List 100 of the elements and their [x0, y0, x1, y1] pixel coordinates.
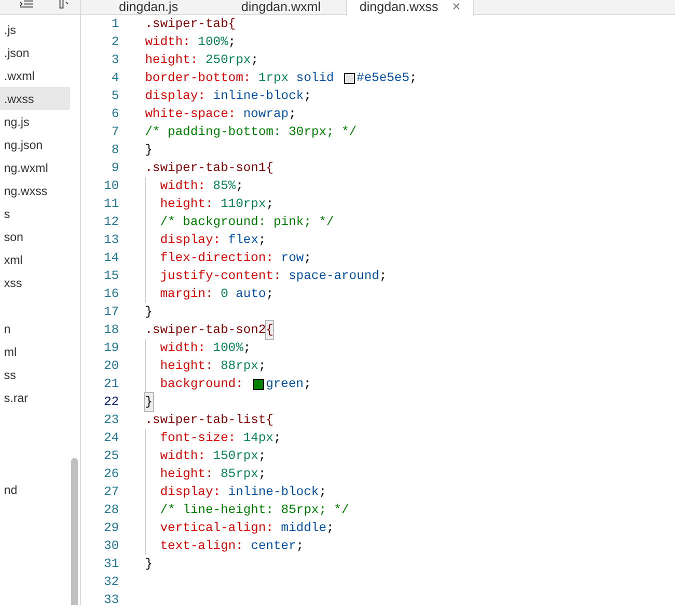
- code-token: middle: [281, 520, 326, 537]
- file-tab[interactable]: dingdan.js: [81, 0, 216, 16]
- code-comment: /* padding-bottom: 30rpx; */: [145, 124, 357, 141]
- line-number: 14: [102, 250, 119, 267]
- code-token: 1rpx: [258, 70, 289, 87]
- line-number: 15: [102, 268, 119, 285]
- line-number: 5: [110, 88, 119, 105]
- color-swatch[interactable]: [252, 378, 264, 390]
- line-number: 4: [110, 70, 119, 87]
- panel-toggle-icon[interactable]: [59, 0, 69, 9]
- file-item[interactable]: .wxss: [0, 87, 70, 110]
- line-number: 27: [102, 484, 119, 501]
- line-number: 29: [102, 520, 119, 537]
- code-token: ;: [236, 178, 244, 195]
- code-token: 85%: [213, 178, 236, 195]
- line-number: 6: [110, 106, 119, 123]
- line-number: 20: [102, 358, 119, 375]
- code-token: ;: [258, 466, 266, 483]
- file-item[interactable]: ss: [0, 363, 70, 386]
- code-token: 100%: [198, 34, 228, 51]
- line-number: 3: [110, 52, 119, 69]
- code-token: width:: [160, 178, 206, 195]
- code-token: ;: [258, 232, 266, 249]
- line-number: 30: [102, 538, 119, 555]
- code-token: ;: [258, 448, 266, 465]
- file-tab[interactable]: dingdan.wxml: [216, 0, 346, 16]
- file-item[interactable]: xss: [0, 271, 70, 294]
- code-token: }: [145, 142, 153, 159]
- file-item[interactable]: ng.wxml: [0, 156, 70, 179]
- code-token: ;: [379, 268, 387, 285]
- code-comment: /* line-height: 85rpx; */: [160, 502, 350, 519]
- code-token: ;: [318, 484, 326, 501]
- code-token: 150rpx: [213, 448, 258, 465]
- line-number: 12: [102, 214, 119, 231]
- code-token: space-around: [288, 268, 380, 285]
- code-token: white-space:: [145, 106, 237, 123]
- code-token: ;: [266, 286, 274, 303]
- code-token: 14px: [243, 430, 274, 447]
- line-number: 25: [102, 448, 119, 465]
- code-token: #e5e5e5: [356, 70, 410, 87]
- file-item[interactable]: son: [0, 225, 70, 248]
- code-token: ;: [273, 430, 282, 447]
- file-item[interactable]: ng.json: [0, 133, 70, 156]
- code-token: ;: [409, 70, 417, 87]
- line-number: 9: [110, 160, 119, 177]
- line-number: 28: [102, 502, 119, 519]
- code-token: border-bottom:: [145, 70, 252, 87]
- code-token: ;: [304, 88, 312, 105]
- code-token: 0: [220, 286, 228, 303]
- code-token: ;: [304, 250, 312, 267]
- close-icon[interactable]: ×: [452, 0, 460, 13]
- code-token: ;: [304, 376, 312, 393]
- line-number: 18: [102, 322, 119, 339]
- code-token: font-size:: [160, 430, 237, 447]
- code-token: {: [266, 320, 274, 340]
- code-token: height:: [160, 466, 214, 483]
- file-item[interactable]: ng.wxss: [0, 179, 70, 202]
- code-token: background:: [160, 376, 244, 393]
- code-token: }: [145, 556, 153, 573]
- line-number: 23: [102, 412, 119, 429]
- code-token: green: [266, 376, 304, 393]
- code-token: flex: [228, 232, 258, 249]
- code-token: auto: [234, 286, 266, 303]
- code-token: text-align:: [160, 538, 244, 555]
- scrollbar-thumb[interactable]: [71, 458, 78, 605]
- code-token: display:: [160, 232, 222, 249]
- file-item[interactable]: s: [0, 202, 70, 225]
- line-number: 10: [102, 178, 119, 195]
- code-token: vertical-align:: [160, 520, 274, 537]
- file-item[interactable]: ng.js: [0, 110, 70, 133]
- file-item[interactable]: xml: [0, 248, 70, 271]
- line-number: 2: [110, 34, 119, 51]
- code-token: .swiper-tab{: [145, 16, 236, 33]
- code-token: margin:: [160, 286, 214, 303]
- code-token: height:: [160, 196, 214, 213]
- code-token: ;: [250, 52, 258, 69]
- file-item[interactable]: n: [0, 317, 70, 340]
- file-item[interactable]: .json: [0, 41, 70, 64]
- line-number: 8: [110, 142, 119, 159]
- line-number: 13: [102, 232, 119, 249]
- file-item[interactable]: ml: [0, 340, 70, 363]
- code-token: display:: [160, 484, 222, 501]
- color-swatch[interactable]: [344, 72, 355, 84]
- file-tab[interactable]: dingdan.wxss ×: [346, 0, 474, 16]
- file-item[interactable]: nd: [0, 478, 70, 501]
- line-number: 31: [102, 556, 119, 573]
- collapse-list-icon[interactable]: [20, 0, 33, 9]
- code-token: ;: [288, 106, 296, 123]
- line-number: 26: [102, 466, 119, 483]
- code-token: justify-content:: [160, 268, 282, 285]
- code-token: }: [145, 392, 153, 412]
- code-comment: /* background: pink; */: [160, 214, 334, 231]
- line-number: 1: [110, 16, 119, 33]
- code-token: .swiper-tab-son2: [145, 322, 266, 339]
- file-item[interactable]: s.rar: [0, 386, 70, 409]
- code-token: 110rpx: [220, 196, 266, 213]
- code-token: ;: [228, 34, 236, 51]
- file-item[interactable]: .js: [0, 18, 70, 41]
- code-token: 250rpx: [205, 52, 251, 69]
- file-item[interactable]: .wxml: [0, 64, 70, 87]
